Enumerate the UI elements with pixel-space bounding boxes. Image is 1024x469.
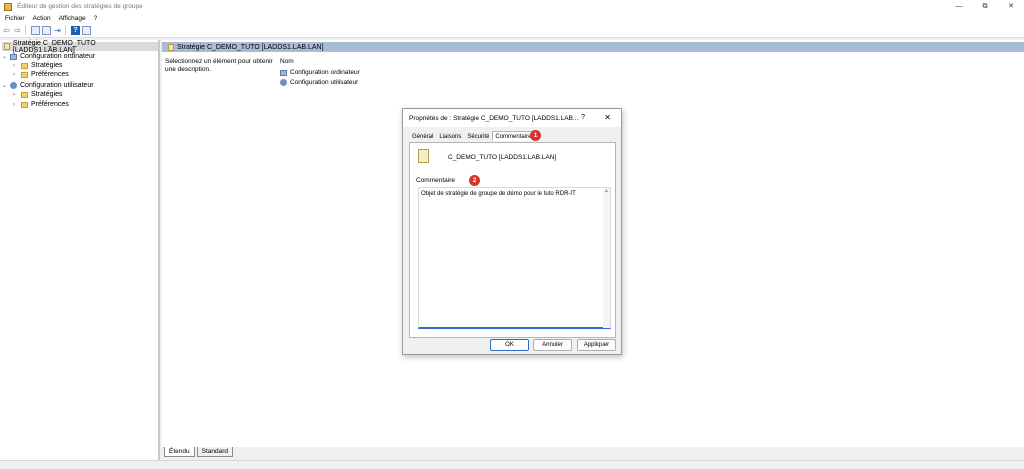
tree-item-label: Stratégies (31, 62, 63, 69)
folder-icon (21, 62, 28, 69)
close-button[interactable]: ✕ (998, 0, 1024, 13)
dialog-help-button[interactable]: ? (581, 114, 585, 121)
list-item-label: Configuration utilisateur (290, 79, 359, 86)
comment-tab-panel: C_DEMO_TUTO [LADDS1.LAB.LAN] Commentaire… (409, 142, 616, 338)
folder-icon (21, 101, 28, 108)
comment-label: Commentaire (416, 177, 456, 184)
comment-textarea[interactable]: Objet de stratégie de groupe de démo pou… (418, 187, 611, 329)
chevron-down-icon[interactable]: ⌄ (2, 53, 10, 60)
view-icon[interactable] (82, 25, 91, 35)
tab-liaisons[interactable]: Liaisons (436, 131, 464, 141)
list-item-computer-config[interactable]: Configuration ordinateur (280, 69, 360, 76)
tree-item-user-config[interactable]: ⌄ Configuration utilisateur (2, 81, 94, 90)
back-arrow-icon[interactable]: ⇦ (2, 26, 11, 35)
tree-item-label: Configuration ordinateur (20, 53, 96, 60)
user-icon (10, 82, 17, 89)
window-title: Éditeur de gestion des stratégies de gro… (17, 3, 143, 10)
tree-item-computer-preferences[interactable]: › Préférences (13, 70, 69, 79)
step-badge-1: 1 (530, 130, 541, 141)
toolbar-separator (65, 25, 66, 35)
cancel-button[interactable]: Annuler (533, 339, 572, 351)
window-controls: — ⧉ ✕ (946, 0, 1024, 13)
menu-fichier[interactable]: Fichier (5, 15, 25, 22)
ok-button[interactable]: OK (490, 339, 529, 351)
title-bar: Éditeur de gestion des stratégies de gro… (0, 0, 1024, 13)
comment-text: Objet de stratégie de groupe de démo pou… (421, 191, 576, 197)
scroll-up-icon[interactable]: ▲ (603, 188, 610, 194)
export-icon[interactable]: ⇥ (53, 26, 62, 35)
show-tree-icon[interactable] (31, 25, 40, 35)
help-icon[interactable]: ? (71, 25, 80, 35)
chevron-right-icon[interactable]: › (13, 92, 21, 98)
gpo-document-icon (418, 149, 429, 163)
policy-icon (4, 43, 10, 50)
list-item-label: Configuration ordinateur (290, 69, 360, 76)
details-header-title: Stratégie C_DEMO_TUTO [LADDS1.LAB.LAN] (177, 43, 324, 51)
menu-bar: Fichier Action Affichage ? (0, 13, 1024, 23)
dialog-title: Propriétés de : Stratégie C_DEMO_TUTO [L… (409, 114, 579, 122)
tree-item-user-strategies[interactable]: › Stratégies (13, 90, 63, 99)
tab-securite[interactable]: Sécurité (464, 131, 492, 141)
tree-item-label: Stratégies (31, 91, 63, 98)
folder-icon (21, 91, 28, 98)
toolbar-separator (25, 25, 26, 35)
column-header-name[interactable]: Nom (280, 58, 294, 65)
tree-item-label: Configuration utilisateur (20, 82, 94, 89)
tab-commentaire[interactable]: Commentaire (492, 131, 535, 141)
menu-action[interactable]: Action (33, 15, 51, 22)
gpo-name: C_DEMO_TUTO [LADDS1.LAB.LAN] (448, 154, 557, 161)
dialog-title-bar: Propriétés de : Stratégie C_DEMO_TUTO [L… (403, 109, 621, 127)
gpo-editor-icon (4, 2, 12, 11)
apply-button[interactable]: Appliquer (577, 339, 616, 351)
maximize-button[interactable]: ⧉ (972, 0, 998, 13)
minimize-button[interactable]: — (946, 0, 972, 13)
list-item-user-config[interactable]: Configuration utilisateur (280, 79, 358, 86)
chevron-right-icon[interactable]: › (13, 72, 21, 78)
computer-icon (10, 53, 17, 60)
chevron-right-icon[interactable]: › (13, 63, 21, 69)
tree-pane: Stratégie C_DEMO_TUTO [LADDS1.LAB.LAN] ⌄… (0, 40, 160, 460)
properties-dialog: Propriétés de : Stratégie C_DEMO_TUTO [L… (402, 108, 622, 355)
tab-standard[interactable]: Standard (196, 447, 233, 457)
tree-item-computer-config[interactable]: ⌄ Configuration ordinateur (2, 52, 95, 61)
tab-general[interactable]: Général (409, 131, 436, 141)
view-tabs: Étendu Standard (162, 447, 1024, 460)
folder-icon (21, 71, 28, 78)
tree-item-computer-strategies[interactable]: › Stratégies (13, 61, 63, 70)
menu-affichage[interactable]: Affichage (59, 15, 86, 22)
computer-icon (280, 69, 287, 76)
tree-item-user-preferences[interactable]: › Préférences (13, 100, 69, 109)
dialog-tabs: Général Liaisons Sécurité Commentaire (409, 131, 535, 142)
details-header: Stratégie C_DEMO_TUTO [LADDS1.LAB.LAN] (162, 42, 1024, 52)
description-text: Sélectionnez un élément pour obtenir une… (165, 58, 273, 73)
tree-item-label: Préférences (31, 71, 69, 78)
policy-icon (168, 43, 174, 51)
tab-etendu[interactable]: Étendu (164, 447, 195, 457)
forward-arrow-icon[interactable]: ⇨ (13, 26, 22, 35)
textarea-scrollbar[interactable]: ▲ (603, 188, 610, 328)
tree-root-policy[interactable]: Stratégie C_DEMO_TUTO [LADDS1.LAB.LAN] (2, 40, 158, 54)
toolbar: ⇦ ⇨ ⇥ ? (0, 23, 1024, 38)
dialog-close-button[interactable]: ✕ (604, 113, 611, 122)
properties-icon[interactable] (42, 25, 51, 35)
menu-help[interactable]: ? (94, 15, 98, 22)
tree-item-label: Préférences (31, 101, 69, 108)
step-badge-2: 2 (469, 175, 480, 186)
chevron-down-icon[interactable]: ⌄ (2, 82, 10, 89)
status-bar (0, 460, 1024, 469)
user-icon (280, 79, 287, 86)
chevron-right-icon[interactable]: › (13, 102, 21, 108)
